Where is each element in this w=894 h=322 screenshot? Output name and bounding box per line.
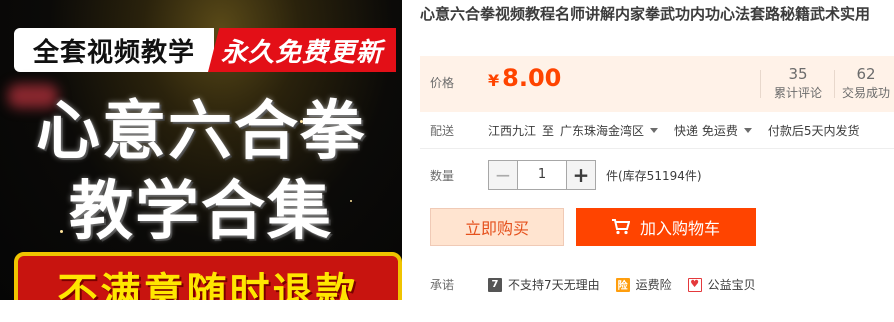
price-label: 价格	[430, 76, 455, 90]
promise-item-text: 不支持7天无理由	[508, 278, 600, 292]
promise-row: 承诺 7 不支持7天无理由 险 运费险 ♥ 公益宝贝	[420, 276, 772, 293]
shipping-insurance-icon: 险	[615, 277, 630, 292]
sales-count: 62	[856, 65, 876, 83]
ship-to-selector[interactable]: 广东珠海金湾区	[560, 122, 659, 139]
quantity-input[interactable]: 1	[517, 161, 567, 189]
ship-time: 付款后5天内发货	[767, 124, 860, 138]
shipping-method-text: 快递 免运费	[674, 124, 738, 138]
add-to-cart-label: 加入购物车	[639, 219, 720, 238]
divider	[420, 148, 894, 149]
add-to-cart-button[interactable]: 加入购物车	[576, 208, 756, 246]
review-count-label: 累计评论	[773, 86, 822, 100]
quantity-stepper: − 1 +	[488, 160, 596, 190]
stat-divider	[760, 70, 761, 98]
price-panel: 价格 ¥ 8.00 35 累计评论 62 交易成功	[420, 56, 894, 112]
review-count-stat[interactable]: 35 累计评论	[766, 64, 830, 102]
chevron-down-icon	[743, 128, 752, 133]
banner-left-text: 全套视频教学	[14, 28, 214, 72]
price-value: ¥ 8.00	[488, 64, 561, 92]
delivery-label: 配送	[430, 124, 455, 138]
promise-item-text: 公益宝贝	[707, 278, 756, 292]
promise-item-text: 运费险	[635, 278, 672, 292]
sales-count-label: 交易成功	[841, 86, 890, 100]
ship-to-text: 广东珠海金湾区	[560, 124, 645, 138]
quantity-row: 数量 − 1 + 件(库存51194件)	[420, 160, 702, 190]
ship-from: 江西九江	[488, 124, 537, 138]
refund-banner-text: 不满意随时退款	[57, 270, 359, 300]
increase-button[interactable]: +	[567, 161, 595, 189]
price-amount: 8.00	[502, 64, 562, 92]
image-subheadline: 教学合集	[69, 175, 333, 249]
seven-day-icon: 7	[488, 277, 502, 292]
delivery-row: 配送 江西九江 至 广东珠海金湾区 快递 免运费 付款后5天内发货	[420, 122, 866, 139]
product-title: 心意六合拳视频教程名师讲解内家拳武功内功心法套路秘籍武术实用	[420, 5, 871, 23]
sales-count-stat: 62 交易成功	[834, 64, 894, 102]
quantity-label: 数量	[430, 168, 455, 183]
promise-item-no-7day[interactable]: 7 不支持7天无理由	[488, 276, 600, 293]
stock-info: 件(库存51194件)	[606, 168, 702, 183]
refund-banner: 不满意随时退款	[14, 252, 402, 300]
decrease-button[interactable]: −	[489, 161, 517, 189]
chevron-down-icon	[650, 128, 659, 133]
image-banner: 全套视频教学 永久免费更新	[14, 28, 396, 72]
promise-item-charity[interactable]: ♥ 公益宝贝	[687, 276, 756, 293]
charity-icon: ♥	[687, 277, 702, 292]
cart-icon	[611, 219, 630, 235]
image-headline: 心意六合拳	[36, 95, 366, 169]
currency-symbol: ¥	[488, 71, 500, 90]
promise-item-shipping-insurance[interactable]: 险 运费险	[615, 276, 672, 293]
shipping-method-selector[interactable]: 快递 免运费	[674, 122, 752, 139]
banner-right-text: 永久免费更新	[208, 28, 396, 72]
product-image[interactable]: 全套视频教学 永久免费更新 心意六合拳 教学合集 不满意随时退款	[0, 0, 402, 300]
buy-now-button[interactable]: 立即购买	[430, 208, 564, 246]
review-count: 35	[788, 65, 808, 83]
promise-label: 承诺	[430, 278, 455, 292]
ship-to-word: 至	[542, 124, 555, 138]
